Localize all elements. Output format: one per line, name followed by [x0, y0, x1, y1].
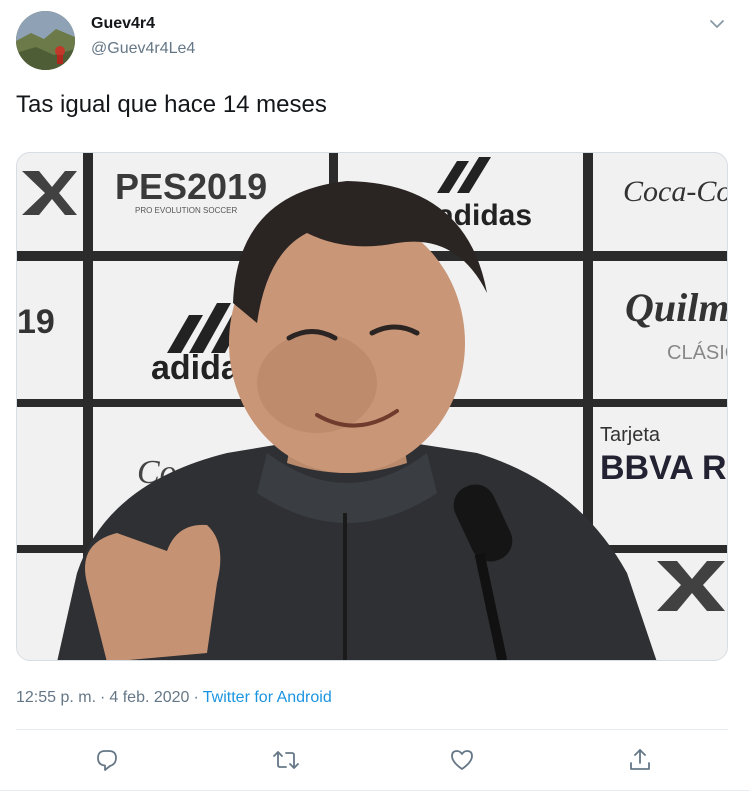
- divider: [16, 729, 728, 730]
- retweet-icon[interactable]: [270, 744, 302, 776]
- author-name[interactable]: Guev4r4: [91, 15, 155, 33]
- backdrop-19: 19: [17, 303, 55, 341]
- backdrop-pes-text: PES2019: [115, 166, 267, 207]
- heart-icon[interactable]: [446, 744, 478, 776]
- tweet-photo[interactable]: PES2019 PRO EVOLUTION SOCCER adidas Coca…: [16, 152, 728, 661]
- action-bar: [0, 744, 750, 780]
- meta-separator: ·: [100, 689, 106, 706]
- backdrop-tarjeta: Tarjeta: [600, 424, 661, 446]
- reply-icon[interactable]: [91, 744, 123, 776]
- backdrop-quilmes: Quilmes: [625, 285, 728, 330]
- chevron-down-icon[interactable]: [706, 16, 728, 32]
- backdrop-coca-top: Coca-Cola: [623, 175, 728, 208]
- bottom-divider: [0, 790, 750, 791]
- tweet-meta: 12:55 p. m. · 4 feb. 2020 · Twitter for Andr…: [16, 689, 332, 707]
- avatar[interactable]: [16, 11, 75, 70]
- backdrop-pes-subtitle: PRO EVOLUTION SOCCER: [135, 206, 237, 215]
- tweet-text: Tas igual que hace 14 meses: [16, 91, 327, 118]
- author-handle[interactable]: @Guev4r4Le4: [91, 40, 195, 58]
- backdrop-clasica: CLÁSICA: [667, 341, 728, 364]
- meta-separator: ·: [193, 689, 199, 706]
- share-icon[interactable]: [624, 744, 656, 776]
- backdrop-bbva: BBVA R: [600, 449, 727, 487]
- tweet-time[interactable]: 12:55 p. m.: [16, 689, 96, 706]
- tweet-date[interactable]: 4 feb. 2020: [109, 689, 189, 706]
- tweet-source-link[interactable]: Twitter for Android: [203, 689, 332, 706]
